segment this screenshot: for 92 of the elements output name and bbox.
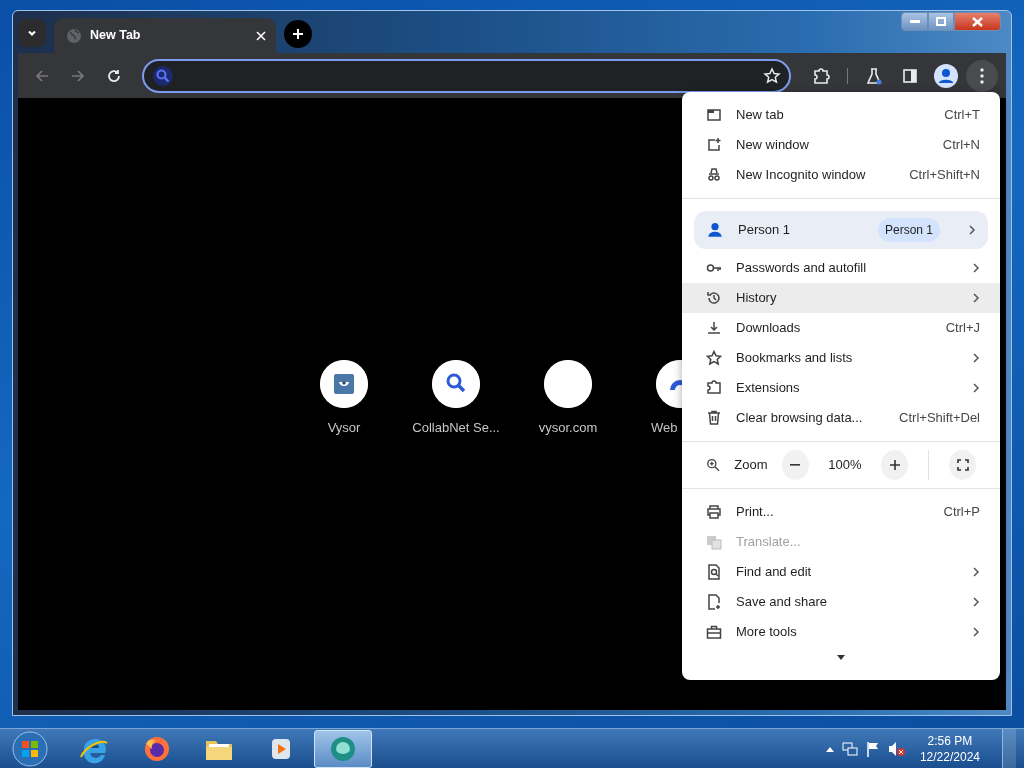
save-page-icon — [706, 594, 722, 610]
history-icon — [706, 290, 722, 306]
menu-item[interactable]: Print... Ctrl+P — [682, 497, 1000, 527]
menu-item[interactable]: Clear browsing data... Ctrl+Shift+Del — [682, 403, 1000, 433]
show-desktop-button[interactable] — [1002, 728, 1016, 768]
chevron-right-icon — [972, 353, 980, 363]
zoom-out-button[interactable] — [781, 450, 809, 480]
zoom-label: Zoom — [734, 456, 768, 475]
menu-item[interactable]: Find and edit — [682, 557, 1000, 587]
new-tab-button[interactable] — [284, 20, 312, 48]
minimize-button[interactable] — [901, 12, 928, 31]
chevron-right-icon — [972, 627, 980, 637]
site-icon — [320, 360, 368, 408]
tab-icon — [706, 107, 722, 123]
star-icon — [706, 350, 722, 366]
plus-icon — [292, 28, 304, 40]
more-vertical-icon — [980, 67, 984, 84]
chevron-right-icon — [968, 225, 976, 235]
browser-tab[interactable]: New Tab — [54, 18, 276, 53]
minus-icon — [790, 464, 801, 466]
address-field[interactable] — [142, 58, 791, 93]
fullscreen-button[interactable] — [949, 450, 976, 480]
flag-icon[interactable] — [865, 740, 880, 757]
menu-item[interactable]: New tab Ctrl+T — [682, 100, 1000, 130]
zoom-icon — [706, 457, 721, 473]
shortcut-link[interactable]: vysor.com — [512, 360, 624, 438]
chevron-right-icon — [972, 263, 980, 273]
flask-icon — [865, 66, 883, 85]
menu-item[interactable]: New Incognito window Ctrl+Shift+N — [682, 160, 1000, 190]
back-arrow-icon — [34, 67, 50, 84]
download-icon — [706, 320, 722, 336]
site-icon — [432, 360, 480, 408]
menu-item[interactable]: Person 1 Person 1 — [694, 211, 988, 249]
new-window-icon — [706, 137, 722, 153]
close-icon — [972, 16, 983, 27]
fullscreen-icon — [956, 459, 969, 471]
search-icon — [152, 64, 174, 87]
shortcut-hint: Ctrl+Shift+N — [909, 166, 980, 185]
shortcut-link[interactable]: Vysor — [288, 360, 400, 438]
menu-item[interactable]: Save and share — [682, 587, 1000, 617]
shortcut-hint: Ctrl+Shift+Del — [899, 409, 980, 428]
side-panel-icon — [901, 66, 919, 85]
close-button[interactable] — [954, 12, 1001, 31]
shortcut-hint: Ctrl+N — [942, 136, 980, 155]
person-icon — [706, 221, 724, 239]
maximize-button[interactable] — [928, 12, 954, 31]
trash-icon — [706, 410, 722, 426]
globe-icon — [66, 27, 82, 44]
translate-icon — [706, 534, 722, 550]
chevron-right-icon — [972, 597, 980, 607]
find-page-icon — [706, 564, 722, 580]
profile-badge: Person 1 — [877, 218, 940, 242]
menu-item[interactable]: More tools — [682, 617, 1000, 647]
menu-button[interactable] — [966, 59, 998, 92]
avatar-icon — [934, 63, 958, 88]
menu-item[interactable]: Extensions — [682, 373, 1000, 403]
menu-item[interactable]: Downloads Ctrl+J — [682, 313, 1000, 343]
puzzle-icon — [812, 66, 830, 85]
reload-icon — [106, 67, 122, 84]
clock-time: 2:56 PM — [927, 732, 973, 749]
bookmark-star-icon[interactable] — [763, 66, 781, 85]
plus-icon — [889, 460, 900, 470]
shortcut-hint: Ctrl+T — [944, 106, 980, 125]
toolbox-icon — [706, 624, 722, 640]
menu-item[interactable]: New window Ctrl+N — [682, 130, 1000, 160]
menu-item[interactable]: Bookmarks and lists — [682, 343, 1000, 373]
menu-item[interactable]: Passwords and autofill — [682, 253, 1000, 283]
chevron-right-icon — [972, 293, 980, 303]
chevron-right-icon — [972, 383, 980, 393]
taskbar-app-button[interactable] — [314, 729, 372, 768]
incognito-icon — [706, 167, 722, 183]
zoom-in-button[interactable] — [881, 450, 909, 480]
tab-title: New Tab — [90, 27, 142, 45]
shortcut-hint: Ctrl+J — [945, 319, 980, 338]
blank-icon — [544, 360, 592, 408]
maximize-icon — [936, 17, 946, 26]
clock-date: 12/22/2024 — [919, 748, 980, 765]
shortcut-link[interactable]: CollabNet Se... — [400, 360, 512, 438]
chevron-right-icon — [972, 567, 980, 577]
forward-arrow-icon — [70, 67, 86, 84]
puzzle-icon — [706, 380, 722, 396]
speaker-muted-icon[interactable] — [887, 740, 906, 757]
printer-icon — [706, 504, 722, 520]
shortcut-hint: Ctrl+P — [943, 503, 980, 522]
close-icon — [256, 30, 266, 41]
tab-search-button[interactable] — [18, 19, 46, 47]
zoom-level: 100% — [827, 456, 863, 475]
network-icon[interactable] — [841, 740, 858, 757]
menu-item[interactable]: History — [682, 283, 1000, 313]
minimize-icon — [909, 19, 920, 24]
show-hidden-icons-icon[interactable] — [825, 745, 834, 752]
scroll-down-icon[interactable] — [837, 655, 845, 660]
